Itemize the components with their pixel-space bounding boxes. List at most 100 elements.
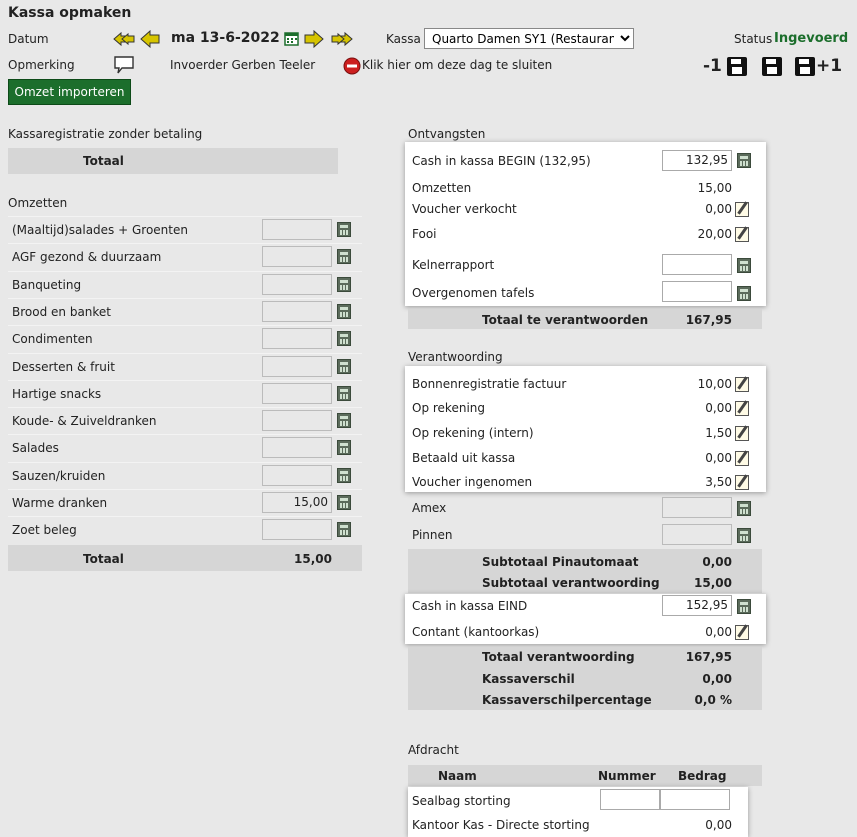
calculator-icon[interactable] <box>337 222 351 237</box>
contant-label: Contant (kantoorkas) <box>412 625 540 639</box>
verantwoording-row-label: Bonnenregistratie factuur <box>412 377 567 391</box>
sealbag-label: Sealbag storting <box>412 794 511 808</box>
opmerking-label: Opmerking <box>8 58 75 72</box>
kassa-select[interactable]: Quarto Damen SY1 (Restaurant) <box>424 28 634 49</box>
calculator-icon[interactable] <box>737 153 751 168</box>
omzetten-total-label: Totaal <box>83 552 124 566</box>
calculator-icon[interactable] <box>337 467 351 483</box>
close-day-link[interactable]: Klik hier om deze dag te sluiten <box>362 58 552 72</box>
edit-icon[interactable] <box>735 475 749 490</box>
edit-icon[interactable] <box>735 202 749 217</box>
calculator-icon[interactable] <box>337 276 351 292</box>
edit-icon[interactable] <box>735 426 749 441</box>
cash-begin-label: Cash in kassa BEGIN (132,95) <box>412 154 591 168</box>
kelnerrapport-label: Kelnerrapport <box>412 258 495 272</box>
subtotaal-pin-label: Subtotaal Pinautomaat <box>482 555 639 569</box>
col-bedrag: Bedrag <box>678 769 727 783</box>
calculator-icon[interactable] <box>737 286 751 301</box>
omzet-row-input[interactable] <box>262 328 332 350</box>
kassareg-total-label: Totaal <box>83 154 124 168</box>
cash-eind-input[interactable]: 152,95 <box>662 595 732 616</box>
plus-one-label[interactable]: +1 <box>816 56 842 76</box>
amex-label: Amex <box>412 501 447 515</box>
calculator-icon[interactable] <box>737 258 751 273</box>
verantwoording-row-value: 0,00 <box>705 451 732 465</box>
pinnen-input[interactable] <box>662 524 732 545</box>
totaal-verantwoording-value: 167,95 <box>685 650 732 664</box>
calculator-icon[interactable] <box>337 440 351 456</box>
omzet-row-input[interactable] <box>262 246 332 268</box>
verantwoording-row-label: Betaald uit kassa <box>412 451 516 465</box>
col-naam: Naam <box>438 769 477 783</box>
omzet-row-input[interactable] <box>262 519 332 541</box>
kassaverschil-value: 0,00 <box>702 672 732 686</box>
verantwoording-row-label: Op rekening (intern) <box>412 426 534 440</box>
cash-begin-input[interactable]: 132,95 <box>662 150 732 171</box>
afdracht-title: Afdracht <box>408 743 459 757</box>
ontvangsten-title: Ontvangsten <box>408 127 486 141</box>
calendar-icon[interactable] <box>284 30 299 46</box>
totaal-verantwoording-label: Totaal verantwoording <box>482 650 635 664</box>
calculator-icon[interactable] <box>337 303 351 319</box>
omzet-row-input[interactable]: 15,00 <box>262 492 332 513</box>
verantwoording-row-value: 1,50 <box>705 426 732 440</box>
calculator-icon[interactable] <box>737 501 751 516</box>
omzet-row-input[interactable] <box>262 437 332 459</box>
edit-icon[interactable] <box>735 377 749 392</box>
kantoor-label: Kantoor Kas - Directe storting <box>412 818 590 832</box>
kassa-label: Kassa <box>386 32 421 46</box>
omzetten-total-value: 15,00 <box>294 552 332 566</box>
calculator-icon[interactable] <box>737 599 751 614</box>
calculator-icon[interactable] <box>737 528 751 543</box>
edit-icon[interactable] <box>735 625 749 640</box>
ontvangsten-total-value: 167,95 <box>685 313 732 327</box>
save-prev-icon[interactable] <box>727 57 747 76</box>
prev-week-icon[interactable] <box>113 31 135 47</box>
verantwoording-row-value: 3,50 <box>705 475 732 489</box>
save-icon[interactable] <box>762 57 782 76</box>
kassaverschilpercentage-label: Kassaverschilpercentage <box>482 693 652 707</box>
next-week-icon[interactable] <box>331 31 353 47</box>
omzet-row-input[interactable] <box>262 219 332 240</box>
omzet-row-input[interactable] <box>262 355 332 377</box>
calculator-icon[interactable] <box>337 249 351 265</box>
status-label: Status <box>734 32 773 46</box>
edit-icon[interactable] <box>735 227 749 242</box>
omzet-row-input[interactable] <box>262 273 332 295</box>
kantoor-value: 0,00 <box>705 818 732 832</box>
calculator-icon[interactable] <box>337 358 351 374</box>
fooi-label: Fooi <box>412 227 437 241</box>
next-day-icon[interactable] <box>304 30 324 48</box>
omzetten-title: Omzetten <box>8 196 68 210</box>
amex-input[interactable] <box>662 497 732 518</box>
comment-icon[interactable] <box>113 55 135 75</box>
prev-day-icon[interactable] <box>140 30 160 48</box>
save-next-icon[interactable] <box>795 57 815 76</box>
calculator-icon[interactable] <box>337 495 351 510</box>
edit-icon[interactable] <box>735 451 749 466</box>
calculator-icon[interactable] <box>337 522 351 538</box>
omzetten-sum-value: 15,00 <box>697 181 732 195</box>
omzet-row-input[interactable] <box>262 410 332 432</box>
omzet-importeren-button[interactable]: Omzet importeren <box>8 79 131 105</box>
calculator-icon[interactable] <box>337 385 351 401</box>
omzet-row-input[interactable] <box>262 464 332 486</box>
minus-one-label[interactable]: -1 <box>703 56 722 76</box>
overgenomen-input[interactable] <box>662 281 732 302</box>
omzet-row-input[interactable] <box>262 382 332 404</box>
kelnerrapport-input[interactable] <box>662 254 732 275</box>
sealbag-nummer-input[interactable] <box>600 789 660 810</box>
omzetten-sum-label: Omzetten <box>412 181 472 195</box>
sealbag-bedrag-input[interactable] <box>660 789 730 810</box>
omzet-row-input[interactable] <box>262 300 332 322</box>
kassareg-total-bar <box>8 148 338 174</box>
overgenomen-label: Overgenomen tafels <box>412 286 535 300</box>
verantwoording-row-label: Op rekening <box>412 401 485 415</box>
calculator-icon[interactable] <box>337 413 351 429</box>
contant-value: 0,00 <box>705 625 732 639</box>
stop-icon[interactable] <box>343 57 361 75</box>
edit-icon[interactable] <box>735 401 749 416</box>
kassareg-title: Kassaregistratie zonder betaling <box>8 127 203 141</box>
calculator-icon[interactable] <box>337 331 351 347</box>
datum-label: Datum <box>8 32 49 46</box>
